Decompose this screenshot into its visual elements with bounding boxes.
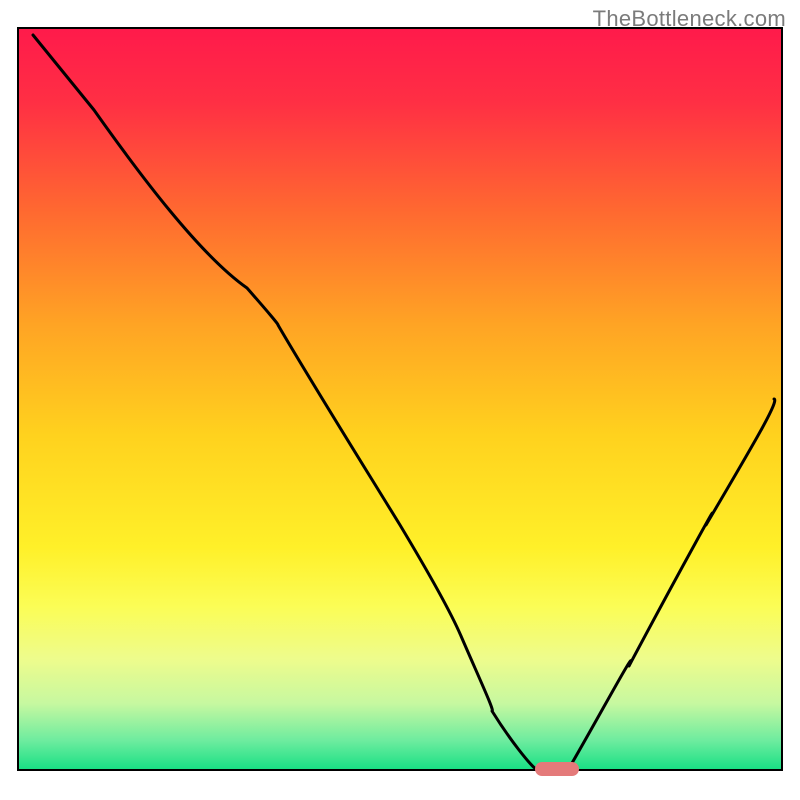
chart-container: TheBottleneck.com — [0, 0, 800, 800]
plot-background — [18, 28, 782, 770]
watermark-label: TheBottleneck.com — [593, 6, 786, 32]
optimal-marker — [535, 762, 579, 776]
bottleneck-chart — [0, 0, 800, 800]
